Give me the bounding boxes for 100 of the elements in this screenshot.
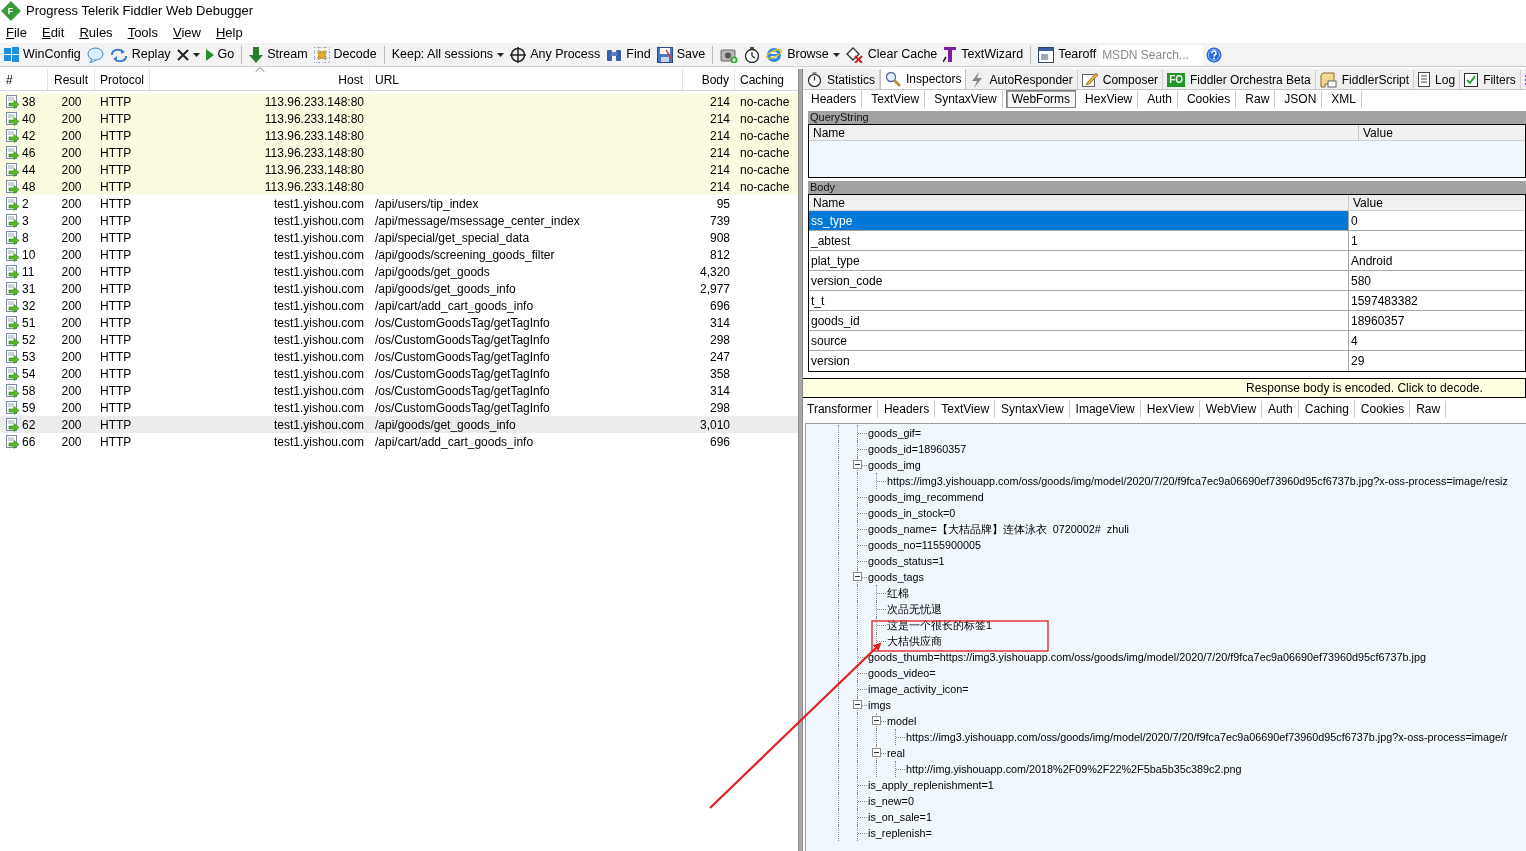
view-tab[interactable]: TextView	[935, 400, 996, 418]
view-tab[interactable]: Transformer	[803, 400, 878, 418]
column-header[interactable]: Value	[1349, 195, 1525, 210]
toolbar-button[interactable]: WinConfig	[1, 43, 84, 66]
tree-node-label[interactable]: http://img.yishouapp.com/2018%2F09%2F22%2F5ba5b35c389c2.png	[905, 761, 1242, 777]
session-row[interactable]: 40 200 HTTP 113.96.233.148:80 214 no-cache	[0, 110, 798, 127]
column-header[interactable]: Result	[48, 69, 95, 90]
view-tab[interactable]: Caching	[1298, 400, 1355, 418]
table-cell-text: /os/CustomGoodsTag/getTagInfo	[375, 365, 550, 383]
menu-item[interactable]: Rules	[79, 22, 113, 43]
toolbar-button[interactable]: Save	[653, 43, 709, 66]
column-header[interactable]: Host	[150, 69, 370, 90]
tree-node-label[interactable]: model	[886, 713, 917, 729]
toolbar-button[interactable]: Replay	[106, 43, 174, 66]
column-header[interactable]: Value	[1359, 125, 1525, 140]
session-row[interactable]: 38 200 HTTP 113.96.233.148:80 214 no-cache	[0, 93, 798, 110]
tree-node-label[interactable]: goods_img_recommend	[867, 489, 984, 505]
tree-node-label[interactable]: goods_name=【大桔品牌】连体泳衣 0720002# zhuli	[867, 521, 1129, 537]
collapse-toggle[interactable]	[853, 572, 862, 581]
collapse-toggle[interactable]	[853, 460, 862, 469]
tree-node-label[interactable]: imgs	[867, 697, 891, 713]
session-row[interactable]: 48 200 HTTP 113.96.233.148:80 214 no-cache	[0, 178, 798, 195]
table-cell-text: 95	[716, 195, 730, 213]
tree-node-label[interactable]: https://img3.yishouapp.com/oss/goods/img/model/2020/7/20/f9fca7ec9a06690ef73960d95cf6737b.jpg?x-oss-process=image/r	[905, 729, 1508, 745]
view-tab[interactable]: HexView	[1140, 400, 1200, 418]
inspector-tab[interactable]: Inspectors	[880, 69, 967, 89]
table-cell-text: 4,320	[699, 263, 730, 281]
tree-node-label[interactable]: 红棉	[886, 585, 909, 601]
column-header[interactable]: #	[0, 69, 48, 90]
column-header[interactable]: Protocol	[95, 69, 150, 90]
menu-item[interactable]: Tools	[127, 22, 158, 43]
tree-node-label[interactable]: goods_status=1	[867, 553, 945, 569]
tree-node-label[interactable]: goods_video=	[867, 665, 936, 681]
view-tab[interactable]: JSON	[1278, 90, 1323, 108]
column-header[interactable]: Name	[809, 195, 1349, 210]
toolbar-button[interactable]: Go	[202, 43, 238, 66]
view-tab[interactable]: WebView	[1199, 400, 1263, 418]
tree-node-label[interactable]: goods_no=1155900005	[867, 537, 981, 553]
tree-node-label[interactable]: 大桔供应商	[886, 633, 942, 649]
document-icon	[1418, 72, 1431, 87]
tree-node-label[interactable]: goods_gif=	[867, 425, 922, 441]
toolbar-button[interactable]: TextWizard	[940, 43, 1027, 66]
view-tab[interactable]: Headers	[877, 400, 936, 418]
session-row[interactable]: 46 200 HTTP 113.96.233.148:80 214 no-cache	[0, 144, 798, 161]
column-header[interactable]: URL	[370, 69, 683, 90]
toolbar-button[interactable]: Clear Cache	[842, 43, 941, 66]
toolbar-button[interactable]: Browse	[763, 43, 843, 66]
tree-node-label[interactable]: is_apply_replenishment=1	[867, 777, 994, 793]
session-row[interactable]: 42 200 HTTP 113.96.233.148:80 214 no-cache	[0, 127, 798, 144]
view-tab[interactable]: Raw	[1239, 90, 1276, 108]
table-cell-text: 200	[61, 263, 82, 281]
view-tab[interactable]: XML	[1325, 90, 1362, 108]
collapse-toggle[interactable]	[872, 748, 881, 757]
tree-node-label[interactable]: goods_id=18960357	[867, 441, 967, 457]
tree-node-label[interactable]: image_activity_icon=	[867, 681, 969, 697]
session-row[interactable]: 44 200 HTTP 113.96.233.148:80 214 no-cache	[0, 161, 798, 178]
tree-node-label[interactable]: is_replenish=	[867, 825, 932, 841]
toolbar-button[interactable]: Keep: All sessions	[388, 43, 508, 66]
menu-item[interactable]: Edit	[41, 22, 65, 43]
tree-node-label[interactable]: goods_in_stock=0	[867, 505, 956, 521]
tree-node-label[interactable]: goods_tags	[867, 569, 924, 585]
tree-node-label[interactable]: goods_img	[867, 457, 921, 473]
column-header[interactable]: Name	[809, 125, 1359, 140]
collapse-toggle[interactable]	[853, 700, 862, 709]
view-tab[interactable]: SyntaxView	[995, 400, 1070, 418]
view-tab[interactable]: SyntaxView	[928, 90, 1003, 108]
column-header[interactable]: Body	[683, 69, 735, 90]
table-cell-text: 696	[709, 433, 730, 451]
tree-node-label[interactable]: real	[886, 745, 905, 761]
tree-node-label[interactable]: https://img3.yishouapp.com/oss/goods/img/model/2020/7/20/f9fca7ec9a06690ef73960d95cf6737b.jpg?x-oss-process=image/resiz	[886, 473, 1508, 489]
table-cell-text: 1	[1351, 232, 1358, 250]
view-tab[interactable]: Raw	[1410, 400, 1447, 418]
search-field[interactable]: MSDN Search...	[1099, 44, 1204, 65]
toolbar-button[interactable]: Any Process	[507, 43, 604, 66]
menu-item[interactable]: View	[173, 22, 201, 43]
tree-node-label[interactable]: 次品无忧退	[886, 601, 942, 617]
view-tab[interactable]: HexView	[1079, 90, 1139, 108]
view-tab[interactable]: Cookies	[1354, 400, 1411, 418]
toolbar-button[interactable]: Stream	[246, 43, 311, 66]
collapse-toggle[interactable]	[872, 716, 881, 725]
tree-node-label[interactable]: goods_thumb=https://img3.yishouapp.com/oss/goods/img/model/2020/7/20/f9fca7ec9a06690ef73960d95cf6737b.jpg	[867, 649, 1426, 665]
menu-item[interactable]: Help	[215, 22, 243, 43]
column-header[interactable]: Caching	[735, 69, 798, 90]
view-tab[interactable]: ImageView	[1069, 400, 1141, 418]
toolbar-button[interactable]: Find	[603, 43, 654, 66]
view-tab[interactable]: Auth	[1262, 400, 1299, 418]
table-cell-text: HTTP	[100, 161, 132, 179]
view-tab[interactable]: Auth	[1141, 90, 1178, 108]
toolbar-button[interactable]: Tearoff	[1035, 43, 1100, 66]
view-tab[interactable]: TextView	[865, 90, 926, 108]
view-tab[interactable]: Headers	[805, 90, 863, 108]
toolbar-button[interactable]: Decode	[310, 43, 380, 66]
table-cell-text: 113.96.233.148:80	[264, 127, 364, 145]
session-row[interactable]: 62 200 HTTP test1.yishou.com /api/goods/get_goods_info 3,010	[0, 416, 798, 433]
view-tab[interactable]: Cookies	[1180, 90, 1237, 108]
tree-node-label[interactable]: is_new=0	[867, 793, 914, 809]
tree-node-label[interactable]: is_on_sale=1	[867, 809, 932, 825]
menu-item[interactable]: File	[6, 22, 27, 43]
tree-node-label[interactable]: 这是一个很长的标签1	[886, 617, 992, 633]
view-tab[interactable]: WebForms	[1005, 90, 1077, 108]
